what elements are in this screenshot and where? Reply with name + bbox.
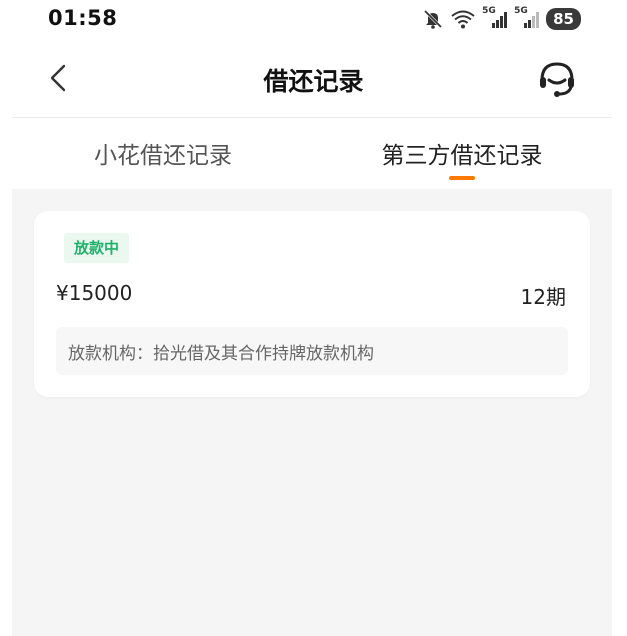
institution-info: 放款机构：拾光借及其合作持牌放款机构 (56, 327, 568, 375)
customer-service-button[interactable] (535, 56, 579, 100)
page-title: 借还记录 (263, 67, 364, 96)
screen: 01:58 5G 5G 85 借还记录 小花借还记录 第三方借还记录 放款中 ¥… (0, 0, 627, 636)
status-badge: 放款中 (64, 233, 130, 263)
institution-text: 放款机构：拾光借及其合作持牌放款机构 (68, 344, 374, 364)
signal-icon: 5G (514, 6, 540, 30)
loan-amount: ¥15000 (56, 281, 133, 305)
status-bar: 01:58 5G 5G 85 (0, 0, 627, 38)
records-list: 放款中 ¥15000 12期 放款机构：拾光借及其合作持牌放款机构 (12, 189, 612, 636)
record-tabs: 小花借还记录 第三方借还记录 (0, 118, 627, 188)
nav-bar: 借还记录 (0, 38, 627, 118)
signal-icon: 5G (482, 6, 508, 30)
status-time: 01:58 (48, 6, 118, 30)
headset-icon (540, 62, 574, 97)
record-card[interactable]: 放款中 ¥15000 12期 放款机构：拾光借及其合作持牌放款机构 (34, 211, 590, 397)
wifi-icon (450, 8, 476, 30)
tab-third-party-records[interactable]: 第三方借还记录 (374, 136, 550, 170)
loan-periods: 12期 (520, 285, 566, 309)
status-icons: 5G 5G 85 (422, 6, 581, 31)
active-tab-indicator (449, 176, 475, 180)
battery-indicator: 85 (546, 8, 581, 30)
tab-xiaohua-records[interactable]: 小花借还记录 (88, 136, 238, 170)
bell-mute-icon (422, 8, 444, 30)
